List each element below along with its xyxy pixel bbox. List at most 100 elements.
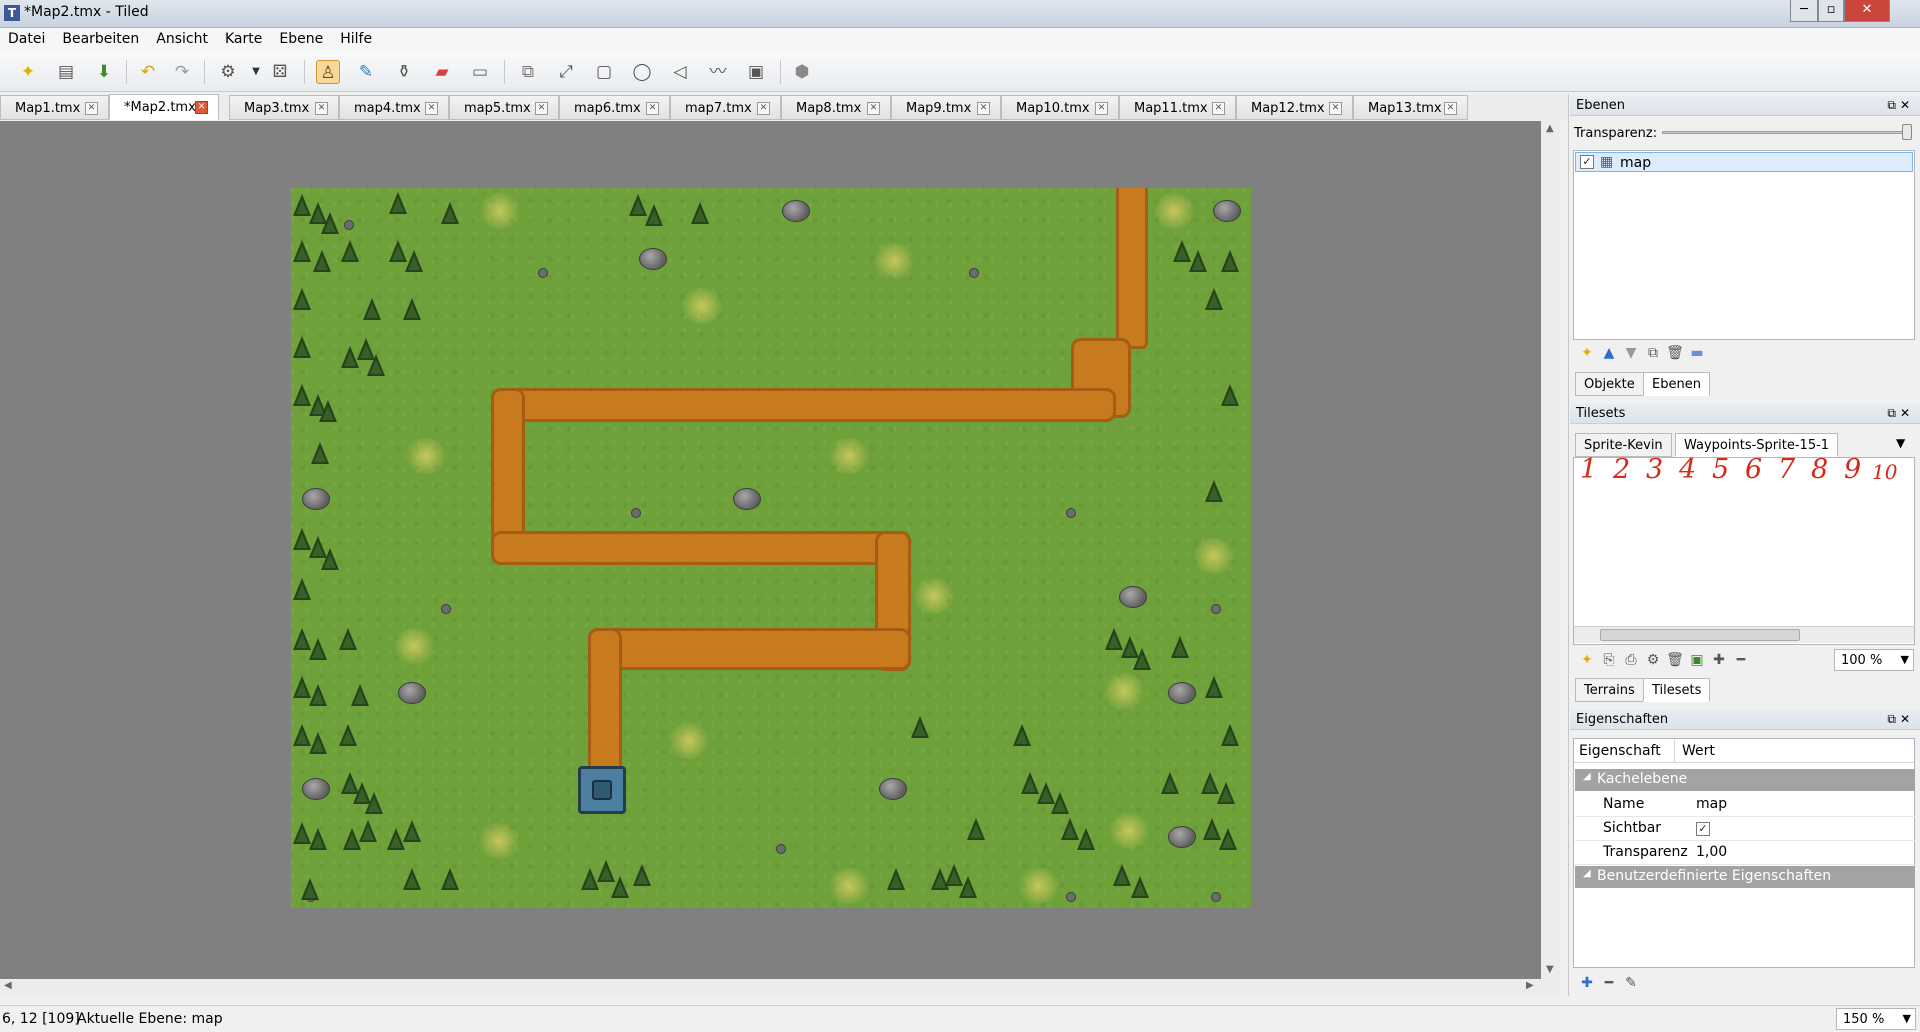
tab-objects[interactable]: Objekte — [1575, 372, 1644, 396]
tileset-zoom-combo[interactable]: 100 % ▼ — [1834, 649, 1914, 671]
dropdown-arrow-icon[interactable]: ▼ — [1903, 1012, 1911, 1025]
panel-float-close-icons[interactable]: ⧉✕ — [1887, 712, 1914, 727]
menu-bearbeiten[interactable]: Bearbeiten — [54, 28, 148, 47]
scroll-down-icon[interactable]: ▼ — [1546, 964, 1554, 975]
transparency-slider[interactable] — [1662, 131, 1910, 134]
property-row-transparency[interactable]: Transparenz 1,00 — [1575, 841, 1915, 865]
new-tileset-icon[interactable]: ✦ — [1578, 652, 1596, 668]
menu-ansicht[interactable]: Ansicht — [148, 28, 217, 47]
insert-polygon-icon[interactable]: ◁ — [668, 60, 692, 84]
tab-map2[interactable]: *Map2.tmx ✕ — [109, 94, 219, 120]
delete-layer-icon[interactable]: 🗑 — [1666, 345, 1684, 361]
tab-map5[interactable]: map5.tmx ✕ — [449, 95, 559, 120]
redo-icon[interactable]: ↷ — [170, 60, 194, 84]
layer-properties-icon[interactable]: ▬ — [1688, 345, 1706, 361]
property-row-name[interactable]: Name map — [1575, 793, 1915, 817]
waypoint-tile-9[interactable]: 9 — [1844, 454, 1861, 485]
dropdown-arrow-icon[interactable]: ▼ — [244, 60, 268, 84]
waypoint-tile-6[interactable]: 6 — [1745, 454, 1762, 485]
close-tab-icon[interactable]: ✕ — [315, 102, 328, 115]
waypoint-tile-8[interactable]: 8 — [1811, 454, 1828, 485]
minimize-button[interactable]: ─ — [1790, 0, 1818, 22]
commands-icon[interactable]: ⚙ — [216, 60, 240, 84]
group-custom-properties[interactable]: ◢ Benutzerdefinierte Eigenschaften — [1575, 866, 1915, 888]
undo-icon[interactable]: ↶ — [136, 60, 160, 84]
add-layer-icon[interactable]: ✦ — [1578, 345, 1596, 361]
waypoint-tile-5[interactable]: 5 — [1712, 454, 1729, 485]
tileset-menu-arrow-icon[interactable]: ▼ — [1896, 436, 1905, 450]
panel-float-close-icons[interactable]: ⧉✕ — [1887, 406, 1914, 421]
tab-terrains[interactable]: Terrains — [1575, 678, 1644, 702]
panel-float-close-icons[interactable]: ⧉✕ — [1887, 98, 1914, 113]
edit-polygons-icon[interactable]: ⤢ — [554, 60, 578, 84]
scroll-left-icon[interactable]: ◀ — [4, 980, 12, 991]
save-file-icon[interactable]: ⬇ — [92, 60, 116, 84]
tab-tilesets[interactable]: Tilesets — [1643, 678, 1711, 702]
tab-map6[interactable]: map6.tmx ✕ — [559, 95, 670, 120]
rename-property-icon[interactable]: ✎ — [1622, 975, 1640, 991]
waypoint-tile-2[interactable]: 2 — [1613, 454, 1630, 485]
tab-map3[interactable]: Map3.tmx ✕ — [229, 95, 339, 120]
insert-ellipse-icon[interactable]: ◯ — [630, 60, 654, 84]
waypoint-tile-4[interactable]: 4 — [1679, 454, 1696, 485]
waypoint-tile-10[interactable]: 10 — [1872, 460, 1897, 484]
select-objects-icon[interactable]: ⧉ — [516, 60, 540, 84]
collapse-triangle-icon[interactable]: ◢ — [1583, 868, 1591, 879]
tab-map13[interactable]: Map13.tmx ✕ — [1353, 95, 1468, 120]
tab-map9[interactable]: Map9.tmx ✕ — [891, 95, 1001, 120]
random-mode-icon[interactable]: ⚄ — [268, 60, 292, 84]
menu-hilfe[interactable]: Hilfe — [332, 28, 381, 47]
tileset-hscroll-thumb[interactable] — [1600, 629, 1800, 641]
edit-terrain-icon[interactable]: ▣ — [1688, 652, 1706, 668]
layer-row-map[interactable]: ✓ ▦ map — [1575, 152, 1913, 172]
maximize-button[interactable]: ▫ — [1818, 0, 1844, 22]
import-tileset-icon[interactable]: ⎘ — [1600, 652, 1618, 668]
show-objects-icon[interactable]: ⬢ — [790, 60, 814, 84]
move-layer-down-icon[interactable]: ▼ — [1622, 345, 1640, 361]
tile-map[interactable] — [291, 188, 1251, 908]
tab-map11[interactable]: Map11.tmx ✕ — [1119, 95, 1236, 120]
export-tileset-icon[interactable]: ⎙ — [1622, 652, 1640, 668]
close-tab-icon[interactable]: ✕ — [1095, 102, 1108, 115]
layer-visible-checkbox[interactable]: ✓ — [1580, 155, 1594, 169]
eraser-icon[interactable]: ▰ — [430, 60, 454, 84]
tab-map7[interactable]: map7.tmx ✕ — [670, 95, 781, 120]
dropdown-arrow-icon[interactable]: ▼ — [1901, 653, 1909, 666]
tab-map10[interactable]: Map10.tmx ✕ — [1001, 95, 1119, 120]
add-tiles-icon[interactable]: ✚ — [1710, 652, 1728, 668]
close-tab-icon[interactable]: ✕ — [977, 102, 990, 115]
new-file-icon[interactable]: ✦ — [16, 60, 40, 84]
close-tab-icon[interactable]: ✕ — [1212, 102, 1225, 115]
tab-layers[interactable]: Ebenen — [1643, 372, 1710, 396]
close-tab-icon[interactable]: ✕ — [85, 102, 98, 115]
tab-map1[interactable]: Map1.tmx ✕ — [0, 95, 109, 120]
property-row-visible[interactable]: Sichtbar ✓ — [1575, 817, 1915, 841]
tab-map4[interactable]: map4.tmx ✕ — [339, 95, 449, 120]
tileset-properties-icon[interactable]: ⚙ — [1644, 652, 1662, 668]
waypoint-tile-3[interactable]: 3 — [1646, 454, 1663, 485]
duplicate-layer-icon[interactable]: ⧉ — [1644, 345, 1662, 361]
rect-select-icon[interactable]: ▭ — [468, 60, 492, 84]
waypoint-tile-1[interactable]: 1 — [1580, 454, 1597, 485]
close-tab-icon[interactable]: ✕ — [425, 102, 438, 115]
close-tab-icon[interactable]: ✕ — [646, 102, 659, 115]
map-zoom-combo[interactable]: 150 % ▼ — [1836, 1008, 1916, 1030]
menu-datei[interactable]: Datei — [0, 28, 54, 47]
close-tab-icon[interactable]: ✕ — [535, 102, 548, 115]
scroll-right-icon[interactable]: ▶ — [1526, 980, 1534, 991]
tileset-hscrollbar[interactable] — [1574, 626, 1914, 643]
add-property-icon[interactable]: ✚ — [1578, 975, 1596, 991]
tab-map12[interactable]: Map12.tmx ✕ — [1236, 95, 1353, 120]
horizontal-scrollbar[interactable]: ◀ ▶ — [0, 979, 1560, 996]
close-button[interactable]: ✕ — [1844, 0, 1890, 22]
menu-ebene[interactable]: Ebene — [271, 28, 332, 47]
visible-checkbox[interactable]: ✓ — [1696, 822, 1710, 836]
tab-map8[interactable]: Map8.tmx ✕ — [781, 95, 891, 120]
open-file-icon[interactable]: ▤ — [54, 60, 78, 84]
bucket-fill-icon[interactable]: ⚱ — [392, 60, 416, 84]
insert-rectangle-icon[interactable]: ▢ — [592, 60, 616, 84]
insert-tile-icon[interactable]: ▣ — [744, 60, 768, 84]
scroll-up-icon[interactable]: ▲ — [1546, 123, 1554, 134]
transparency-slider-handle[interactable] — [1902, 124, 1912, 140]
move-layer-up-icon[interactable]: ▲ — [1600, 345, 1618, 361]
